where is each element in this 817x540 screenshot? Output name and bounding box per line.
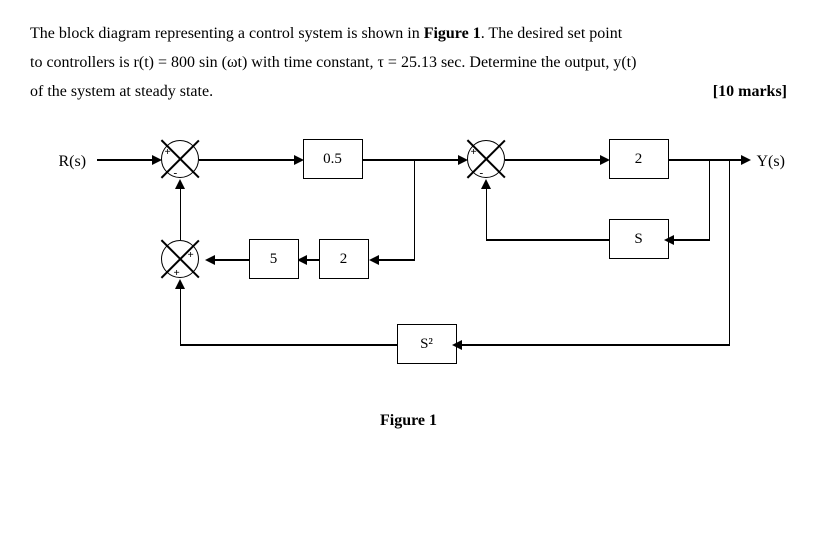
sum3-plus-right: + [188, 246, 194, 266]
gain-block-2-forward: 2 [609, 139, 669, 179]
sum1-plus: + [165, 143, 171, 163]
feedback-block-s2: S² [397, 324, 457, 364]
figure-caption: Figure 1 [59, 407, 759, 436]
problem-line1a: The block diagram representing a control… [30, 25, 424, 42]
gain-block-0-5: 0.5 [303, 139, 363, 179]
marks: [10 marks] [713, 78, 787, 107]
input-label: R(s) [59, 148, 87, 177]
gain-block-2-feedback: 2 [319, 239, 369, 279]
gain-block-5: 5 [249, 239, 299, 279]
feedback-block-s: S [609, 219, 669, 259]
sum2-plus: + [471, 143, 477, 163]
output-label: Y(s) [757, 148, 785, 177]
problem-line3: of the system at steady state. [30, 78, 213, 107]
figure-reference: Figure 1 [424, 25, 481, 42]
problem-statement: The block diagram representing a control… [30, 20, 787, 106]
problem-line2: to controllers is r(t) = 800 sin (ωt) wi… [30, 49, 787, 78]
problem-line1b: . The desired set point [481, 25, 622, 42]
block-diagram: R(s) + - 0.5 + - 2 Y(s) S 2 5 + [59, 126, 759, 436]
